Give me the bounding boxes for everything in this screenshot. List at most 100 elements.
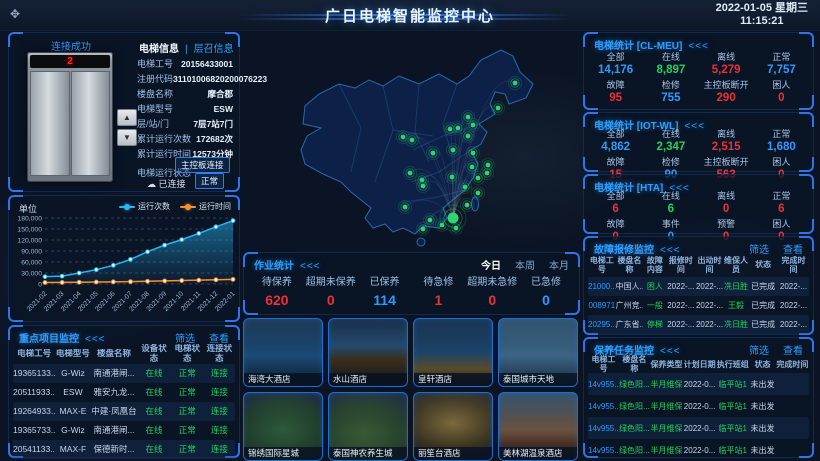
project-thumbnail[interactable]: 海湾大酒店 xyxy=(243,318,323,387)
stat-label: 故障 xyxy=(588,155,643,168)
normal-status-button[interactable]: 正常 xyxy=(195,173,224,189)
site-marker[interactable] xyxy=(466,134,471,139)
column-header: 设备状态 xyxy=(137,344,170,364)
table-cell: 在线 xyxy=(137,424,170,436)
site-marker[interactable] xyxy=(513,81,518,86)
site-marker[interactable] xyxy=(463,185,468,190)
table-cell: 正常 xyxy=(171,367,204,379)
stat-item: 全部4,862 xyxy=(588,127,643,153)
stat-item: 主控板断开290 xyxy=(699,78,754,104)
elevator-info-panel: 连接成功 2 ▲ ▼ 电梯信息|层召信息 电梯工号20156433001注册代码… xyxy=(8,32,240,192)
field-label: 电梯工号 xyxy=(137,57,173,72)
table-cell: 在线 xyxy=(137,386,170,398)
project-thumbnail[interactable]: 皇轩酒店 xyxy=(413,318,493,387)
project-thumbnail-label: 丽笙台酒店 xyxy=(414,447,492,460)
tab-今日[interactable]: 今日 xyxy=(481,261,501,272)
site-marker[interactable] xyxy=(401,135,406,140)
field-label: 累计运行次数 xyxy=(137,132,191,147)
job-stat-value: 0 xyxy=(304,292,358,308)
site-marker[interactable] xyxy=(403,205,408,210)
table-cell: 2022-... xyxy=(666,282,695,291)
stat-item: 在线2,347 xyxy=(643,127,698,153)
stat-item: 检修755 xyxy=(643,78,698,104)
data-point xyxy=(197,278,201,282)
y-tick-label: 150,000 xyxy=(17,227,42,234)
table-row[interactable]: 19365733...G-Wiz南通港闸...在线正常连接 xyxy=(13,421,235,440)
site-marker[interactable] xyxy=(428,218,433,223)
stat-label: 困人 xyxy=(754,217,809,230)
site-marker[interactable] xyxy=(431,151,436,156)
site-marker[interactable] xyxy=(421,227,426,232)
elevator-fields: 电梯工号20156433001注册代码31101006820200076223楼… xyxy=(137,57,233,162)
project-thumbnail[interactable]: 泰国神农养生城 xyxy=(328,392,408,461)
project-thumbnail[interactable]: 泰国城市天地 xyxy=(498,318,578,387)
site-marker[interactable] xyxy=(408,171,413,176)
site-marker[interactable] xyxy=(485,171,490,176)
stat-label: 故障 xyxy=(588,217,643,230)
table-cell: 2022-... xyxy=(695,282,724,291)
site-marker[interactable] xyxy=(496,106,501,111)
collapse-control[interactable]: <<< xyxy=(300,261,321,272)
site-marker[interactable] xyxy=(410,138,415,143)
table-cell: 半月维保 xyxy=(650,423,683,434)
table-row[interactable]: 14v955...绿色阳...半月维保2022-0...临平站1未出发 xyxy=(588,373,809,395)
tab-本月[interactable]: 本月 xyxy=(549,261,569,272)
table-cell: 在线 xyxy=(137,367,170,379)
project-thumbnail[interactable]: 丽笙台酒店 xyxy=(413,392,493,461)
table-row[interactable]: 20295...广东省...停梯2022-...2022-...冼日胜已完成20… xyxy=(588,315,809,334)
tab-floor-call[interactable]: 层召信息 xyxy=(194,44,234,55)
project-thumbnail[interactable]: 锦绣国际星城 xyxy=(243,392,323,461)
site-marker[interactable] xyxy=(450,175,455,180)
site-marker[interactable] xyxy=(470,165,475,170)
up-arrow-button[interactable]: ▲ xyxy=(117,109,137,126)
field-label: 楼盘名称 xyxy=(137,87,173,102)
data-point xyxy=(129,280,133,284)
table-cell: 南通港闸... xyxy=(91,367,138,379)
hub-marker[interactable] xyxy=(448,213,459,224)
project-thumbnail[interactable]: 美林湖温泉酒店 xyxy=(498,392,578,461)
table-cell: 正常 xyxy=(171,424,204,436)
site-marker[interactable] xyxy=(471,123,476,128)
site-marker[interactable] xyxy=(466,115,471,120)
tab-elevator-info[interactable]: 电梯信息 xyxy=(139,44,179,55)
job-stat-item: 待保养620 xyxy=(250,273,304,308)
fault-monitor-panel: 故障报修监控<<< 筛选查看 电梯工号楼盘名称故障内容报修时间出动时间维保人员状… xyxy=(583,236,814,335)
stat-label: 困人 xyxy=(754,78,809,91)
table-cell: 已完成 xyxy=(748,319,778,330)
down-arrow-button[interactable]: ▼ xyxy=(117,129,137,146)
site-marker[interactable] xyxy=(476,176,481,181)
y-tick-label: 60,000 xyxy=(21,260,42,267)
project-thumbnail[interactable]: 水山酒店 xyxy=(328,318,408,387)
site-marker[interactable] xyxy=(451,148,456,153)
table-row[interactable]: 14v955...绿色阳...半月维保2022-0...临平站1未出发 xyxy=(588,417,809,439)
table-row[interactable]: 19365133...G-Wiz南通港闸...在线正常连接 xyxy=(13,364,235,383)
table-row[interactable]: 14v955...绿色阳...半月维保2022-0...临平站1未出发 xyxy=(588,439,809,461)
stat-item: 故障95 xyxy=(588,78,643,104)
site-marker[interactable] xyxy=(476,191,481,196)
job-stat-label: 待急修 xyxy=(411,273,465,288)
mainboard-connect-button[interactable]: 主控板连接 xyxy=(175,157,230,173)
table-row[interactable]: 21000...中国人...困人2022-...2022-...冼日胜已完成20… xyxy=(588,277,809,296)
table-row[interactable]: 19264933...MAX-E中建·凤凰台在线正常连接 xyxy=(13,402,235,421)
stat-value: 1,680 xyxy=(754,141,809,153)
table-row[interactable]: 20541133...MAX-F保德新时...在线正常连接 xyxy=(13,440,235,459)
table-cell: 14v955... xyxy=(588,424,619,433)
table-cell: 在线 xyxy=(137,443,170,455)
date-text: 2022-01-05 星期三 xyxy=(716,2,808,15)
tab-本周[interactable]: 本周 xyxy=(515,261,535,272)
table-row[interactable]: 008971广州竞...一般2022-...2022-...王毅已完成2022-… xyxy=(588,296,809,315)
site-marker[interactable] xyxy=(456,126,461,131)
stat-label: 全部 xyxy=(588,50,643,63)
stat-label: 在线 xyxy=(643,50,698,63)
table-cell: 14v955... xyxy=(588,380,619,389)
stat-item: 在线6 xyxy=(643,189,698,215)
site-marker[interactable] xyxy=(471,151,476,156)
site-marker[interactable] xyxy=(465,203,470,208)
table-row[interactable]: 20511933...ESW雅安九龙...在线正常连接 xyxy=(13,383,235,402)
page-title: 广日电梯智能监控中心 xyxy=(0,5,820,26)
table-row[interactable]: 14v955...绿色阳...半月维保2022-0...临平站1未出发 xyxy=(588,395,809,417)
table-cell: 2022-0... xyxy=(683,424,716,433)
project-thumbnail-label: 泰国城市天地 xyxy=(499,373,577,386)
site-marker[interactable] xyxy=(421,184,426,189)
field-label: 电梯型号 xyxy=(137,102,173,117)
